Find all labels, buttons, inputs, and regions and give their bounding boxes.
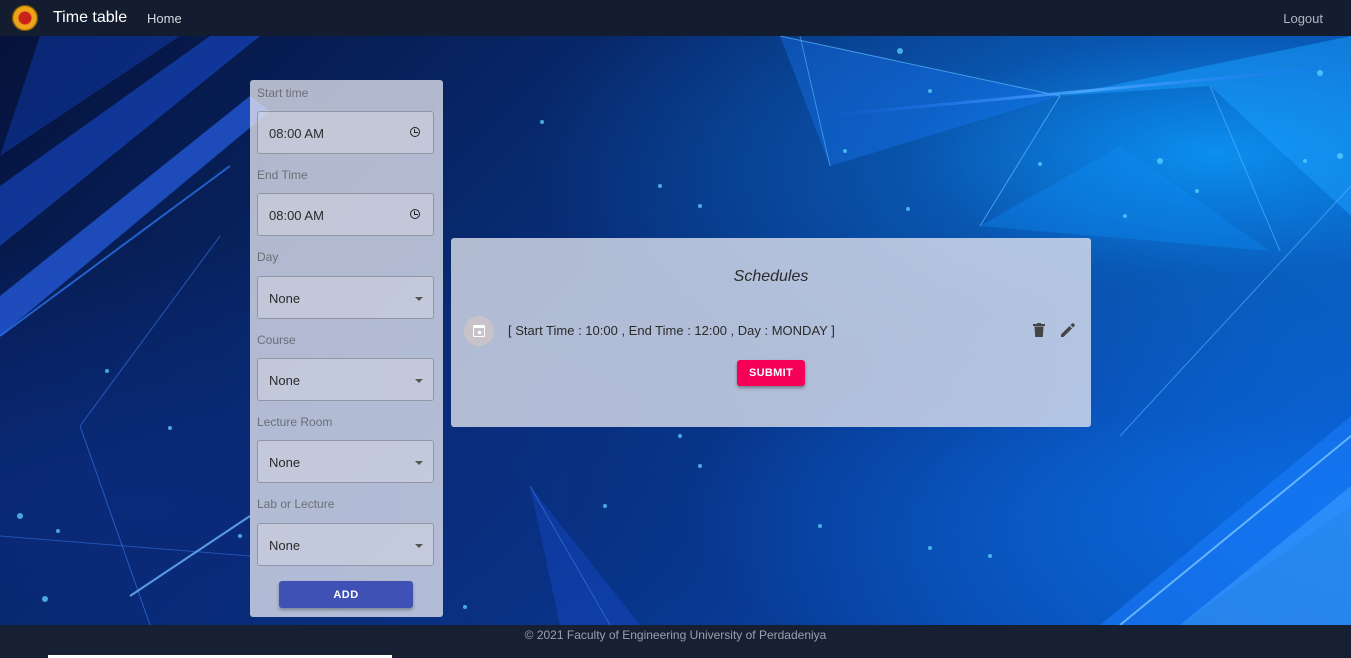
footer: © 2021 Faculty of Engineering University… bbox=[0, 625, 1351, 658]
lecture-room-select[interactable]: None bbox=[257, 440, 434, 483]
university-logo-icon[interactable] bbox=[12, 5, 38, 31]
lecture-room-value: None bbox=[269, 455, 301, 470]
course-value: None bbox=[269, 373, 301, 388]
lecture-room-label: Lecture Room bbox=[257, 415, 333, 429]
nav-home-link[interactable]: Home bbox=[147, 11, 182, 26]
footer-copyright: © 2021 Faculty of Engineering University… bbox=[524, 628, 827, 642]
edit-icon[interactable] bbox=[1060, 322, 1076, 338]
avatar bbox=[464, 316, 494, 346]
lab-or-lecture-select[interactable]: None bbox=[257, 523, 434, 566]
calendar-icon bbox=[473, 325, 485, 337]
day-value: None bbox=[269, 291, 301, 306]
lab-or-lecture-label: Lab or Lecture bbox=[257, 497, 335, 511]
day-select[interactable]: None bbox=[257, 276, 434, 319]
course-select[interactable]: None bbox=[257, 358, 434, 401]
delete-icon[interactable] bbox=[1033, 323, 1045, 337]
end-time-input[interactable]: 08:00 AM bbox=[257, 193, 434, 236]
schedule-item-text: [ Start Time : 10:00 , End Time : 12:00 … bbox=[508, 323, 835, 338]
lab-or-lecture-value: None bbox=[269, 538, 301, 553]
schedules-panel: Schedules [ Start Time : 10:00 , End Tim… bbox=[451, 238, 1091, 427]
chevron-down-icon bbox=[415, 297, 423, 301]
navbar: Time table Home Logout bbox=[0, 0, 1351, 36]
logout-link[interactable]: Logout bbox=[1283, 11, 1323, 26]
clock-icon[interactable] bbox=[410, 209, 420, 219]
clock-icon[interactable] bbox=[410, 127, 420, 137]
schedules-title: Schedules bbox=[733, 268, 809, 285]
chevron-down-icon bbox=[415, 379, 423, 383]
chevron-down-icon bbox=[415, 461, 423, 465]
end-time-value: 08:00 AM bbox=[269, 208, 324, 223]
start-time-input[interactable]: 08:00 AM bbox=[257, 111, 434, 154]
course-label: Course bbox=[257, 333, 296, 347]
start-time-label: Start time bbox=[257, 86, 309, 100]
submit-button[interactable]: SUBMIT bbox=[737, 360, 805, 386]
start-time-value: 08:00 AM bbox=[269, 126, 324, 141]
add-schedule-form: Start time 08:00 AM End Time 08:00 AM Da… bbox=[250, 80, 443, 617]
chevron-down-icon bbox=[415, 544, 423, 548]
day-label: Day bbox=[257, 250, 279, 264]
add-button[interactable]: ADD bbox=[279, 581, 413, 608]
app-title[interactable]: Time table bbox=[53, 9, 127, 27]
end-time-label: End Time bbox=[257, 168, 308, 182]
